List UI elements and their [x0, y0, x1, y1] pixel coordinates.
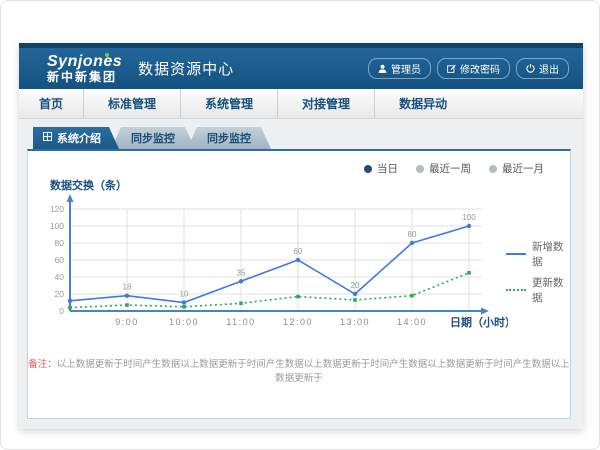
nav-item-home[interactable]: 首页: [19, 89, 84, 118]
tab-label: 同步监控: [207, 130, 251, 146]
svg-text:80: 80: [55, 238, 65, 248]
svg-text:60: 60: [55, 255, 65, 265]
logo-company-name: 新中新集团: [47, 71, 122, 84]
svg-text:10: 10: [180, 290, 189, 299]
nav-item-standard-mgmt[interactable]: 标准管理: [84, 89, 181, 118]
svg-text:100: 100: [50, 221, 64, 231]
app-window: Synjones 新中新集团 数据资源中心 管理员 修改密码: [19, 43, 583, 429]
app-header: Synjones 新中新集团 数据资源中心 管理员 修改密码: [19, 43, 583, 89]
chart-legend: 新增数据 更新数据: [506, 239, 570, 305]
logout-button[interactable]: 退出: [516, 58, 569, 79]
user-area: 管理员 修改密码 退出: [368, 48, 569, 89]
radio-today[interactable]: 当日: [364, 161, 398, 176]
nav-item-data-change[interactable]: 数据异动: [375, 89, 471, 118]
svg-text:14:00: 14:00: [397, 317, 427, 327]
svg-text:10:00: 10:00: [169, 317, 199, 327]
nav-item-system-mgmt[interactable]: 系统管理: [181, 89, 278, 118]
tab-sync-monitor-1[interactable]: 同步监控: [111, 127, 195, 149]
svg-text:80: 80: [408, 230, 417, 239]
legend-item-updated-data[interactable]: 更新数据: [506, 275, 570, 305]
note-prefix: 备注：: [28, 359, 57, 370]
svg-text:日期（小时）: 日期（小时）: [450, 315, 508, 329]
radio-last-week[interactable]: 最近一周: [416, 161, 471, 176]
logout-label: 退出: [539, 61, 559, 76]
screen-frame: Synjones 新中新集团 数据资源中心 管理员 修改密码: [0, 0, 600, 450]
line-chart: 0 20 40 60 80 100 120 9:00 10:00 11:00 12:00 13:00 1…: [38, 191, 508, 341]
footer-note: 备注：以上数据更新于时间产生数据以上数据更新于时间产生数据以上数据更新于时间产生…: [28, 356, 570, 384]
tab-label: 系统介绍: [57, 130, 101, 146]
svg-text:20: 20: [55, 289, 65, 299]
svg-text:100: 100: [462, 213, 476, 222]
svg-text:120: 120: [50, 204, 64, 214]
svg-text:12:00: 12:00: [283, 317, 313, 327]
radio-last-month[interactable]: 最近一月: [489, 161, 544, 176]
nav-item-docking-mgmt[interactable]: 对接管理: [278, 89, 375, 118]
svg-text:35: 35: [237, 268, 246, 277]
note-body: 以上数据更新于时间产生数据以上数据更新于时间产生数据以上数据更新于时间产生数据以…: [57, 359, 570, 384]
logout-icon: [526, 64, 535, 73]
svg-text:13:00: 13:00: [340, 317, 370, 327]
company-logo: Synjones 新中新集团: [47, 54, 122, 83]
radio-dot-icon: [364, 165, 372, 173]
svg-text:0: 0: [59, 306, 64, 316]
time-range-filter: 当日 最近一周 最近一月: [364, 161, 544, 176]
svg-text:40: 40: [55, 272, 65, 282]
radio-dot-icon: [416, 165, 424, 173]
grid-icon: [43, 132, 52, 144]
radio-dot-icon: [489, 165, 497, 173]
radio-label: 当日: [377, 161, 398, 176]
change-password-button[interactable]: 修改密码: [437, 58, 510, 79]
current-user-label: 管理员: [391, 61, 421, 76]
content-area: 系统介绍 同步监控 同步监控 当日 最近一周: [19, 119, 583, 429]
legend-label: 新增数据: [532, 239, 570, 269]
change-password-label: 修改密码: [460, 61, 500, 76]
tab-sync-monitor-2[interactable]: 同步监控: [187, 127, 271, 149]
legend-line-sample: [506, 253, 526, 255]
svg-text:18: 18: [123, 283, 132, 292]
main-nav: 首页 标准管理 系统管理 对接管理 数据异动: [19, 89, 583, 119]
svg-text:20: 20: [351, 281, 360, 290]
page-title: 数据资源中心: [138, 58, 234, 79]
tab-bar: 系统介绍 同步监控 同步监控: [33, 127, 271, 149]
tab-label: 同步监控: [131, 130, 175, 146]
legend-item-new-data[interactable]: 新增数据: [506, 239, 570, 269]
tab-system-intro[interactable]: 系统介绍: [33, 127, 119, 149]
svg-text:9:00: 9:00: [115, 317, 139, 327]
logo-wordmark: Synjones: [47, 54, 122, 71]
logo-green-dot-icon: [105, 53, 109, 57]
radio-label: 最近一周: [429, 161, 471, 176]
radio-label: 最近一月: [502, 161, 544, 176]
legend-label: 更新数据: [532, 275, 570, 305]
svg-text:60: 60: [294, 247, 303, 256]
current-user-button[interactable]: 管理员: [368, 58, 431, 79]
svg-text:11:00: 11:00: [226, 317, 255, 327]
user-icon: [378, 64, 387, 73]
legend-line-sample: [506, 289, 526, 291]
edit-icon: [447, 64, 456, 73]
chart-panel: 当日 最近一周 最近一月 数据交换（条） 0204060801001209:00…: [27, 149, 571, 419]
